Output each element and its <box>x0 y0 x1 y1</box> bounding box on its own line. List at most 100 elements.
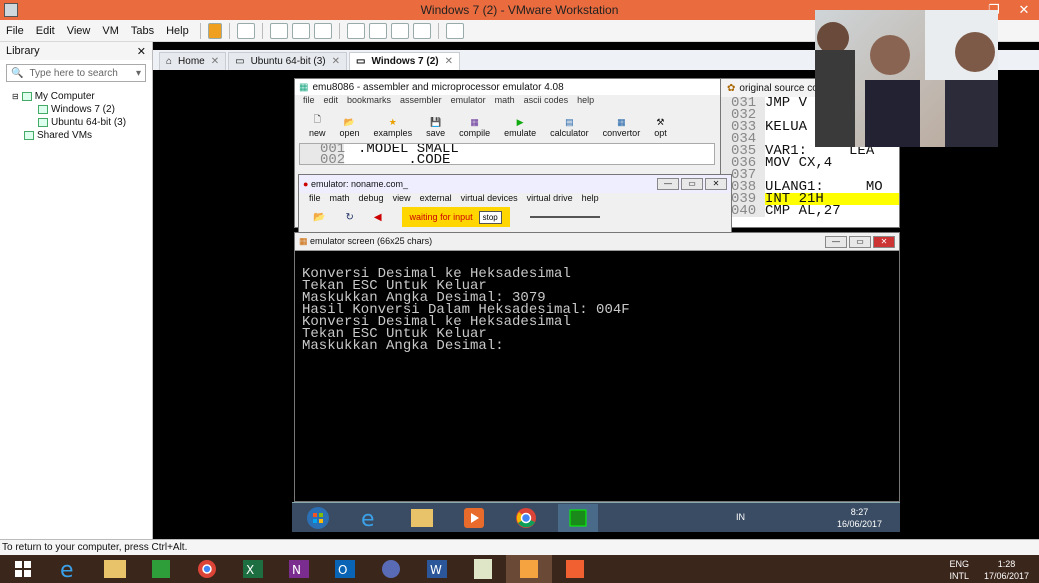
ie-icon[interactable]: e <box>350 504 390 532</box>
media-player-icon[interactable] <box>454 504 494 532</box>
menu-vm[interactable]: VM <box>96 25 125 37</box>
emu-menu-ascii-codes[interactable]: ascii codes <box>524 95 569 108</box>
revert-snapshot-icon[interactable] <box>291 22 310 39</box>
emu-menu-bookmarks[interactable]: bookmarks <box>347 95 391 108</box>
reload-icon[interactable]: ↻ <box>345 212 353 223</box>
edge-icon[interactable]: e <box>46 555 92 583</box>
code-editor[interactable]: 001 .MODEL SMALL 002 .CODE <box>299 143 715 165</box>
toolbar-separator <box>338 22 340 39</box>
full-screen-icon[interactable] <box>390 22 409 39</box>
vmware-app-icon[interactable] <box>4 3 18 17</box>
snapshot-manager-icon[interactable] <box>313 22 332 39</box>
step-back-icon[interactable]: ◀ <box>374 212 382 223</box>
pause-icon[interactable] <box>207 22 222 39</box>
emu-menu-emulator[interactable]: emulator <box>451 95 486 108</box>
emu8086-taskbar-icon[interactable] <box>558 503 598 532</box>
emulator-menu-math[interactable]: math <box>330 193 350 207</box>
close-tab-icon[interactable]: ✕ <box>445 56 453 67</box>
status-bar: To return to your computer, press Ctrl+A… <box>0 539 1039 555</box>
emulator-menu-help[interactable]: help <box>582 193 599 207</box>
console-output[interactable]: Konversi Desimal ke Heksadesimal Tekan ES… <box>295 251 899 353</box>
tree-item-windows7[interactable]: Windows 7 (2) <box>12 103 140 116</box>
calculator-button[interactable]: ▤ calculator <box>550 117 589 138</box>
tree-item-ubuntu[interactable]: Ubuntu 64-bit (3) <box>12 116 140 129</box>
maximize-button[interactable]: ▭ <box>681 178 703 190</box>
emulator-menu-virtual-devices[interactable]: virtual devices <box>461 193 518 207</box>
excel-icon[interactable]: X <box>230 555 276 583</box>
stop-button[interactable]: stop <box>478 210 502 224</box>
library-view-icon[interactable] <box>346 22 365 39</box>
tab-ubuntu[interactable]: ▭ Ubuntu 64-bit (3) ✕ <box>228 52 348 70</box>
close-tab-icon[interactable]: ✕ <box>332 56 340 67</box>
compile-button[interactable]: ▦ compile <box>459 117 490 138</box>
vm-icon <box>38 118 48 127</box>
vmware-taskbar-icon[interactable] <box>506 555 552 583</box>
minimize-button[interactable]: — <box>657 178 679 190</box>
close-button[interactable]: ✕ <box>873 235 895 248</box>
file-explorer-icon[interactable] <box>92 555 138 583</box>
load-icon[interactable]: 📂 <box>313 212 325 223</box>
recorder-icon[interactable] <box>552 555 598 583</box>
outlook-icon[interactable]: O <box>322 555 368 583</box>
speed-slider[interactable] <box>529 216 600 218</box>
emu8086-titlebar: ▦ emu8086 - assembler and microprocessor… <box>295 79 723 95</box>
shared-vms-icon <box>24 131 34 140</box>
tab-windows7[interactable]: ▭ Windows 7 (2) ✕ <box>349 52 460 70</box>
convertor-button[interactable]: ▦ convertor <box>603 117 641 138</box>
media-app-icon[interactable] <box>368 555 414 583</box>
close-button[interactable]: ✕ <box>1009 0 1039 20</box>
emulator-menu-debug[interactable]: debug <box>359 193 384 207</box>
chrome-icon[interactable] <box>184 555 230 583</box>
emu-menu-help[interactable]: help <box>577 95 594 108</box>
emu-menu-edit[interactable]: edit <box>324 95 339 108</box>
collapse-icon[interactable]: ⊟ <box>12 92 19 101</box>
new-button[interactable]: 🗋 new <box>309 112 326 138</box>
tree-item-shared-vms[interactable]: Shared VMs <box>12 129 140 142</box>
emulate-button[interactable]: ▶ emulate <box>504 117 536 138</box>
emulator-menu-file[interactable]: file <box>309 193 321 207</box>
chrome-icon[interactable] <box>506 504 546 532</box>
tab-home[interactable]: ⌂ Home ✕ <box>159 52 227 70</box>
console-view-icon[interactable] <box>445 22 464 39</box>
emulator-menu-virtual-drive[interactable]: virtual drive <box>527 193 573 207</box>
library-close-icon[interactable]: ✕ <box>137 45 146 58</box>
close-tab-icon[interactable]: ✕ <box>211 56 219 67</box>
guest-clock[interactable]: 8:27 16/06/2017 <box>837 506 882 530</box>
svg-text:W: W <box>430 563 442 577</box>
guest-language[interactable]: IN <box>736 512 745 522</box>
unity-icon[interactable] <box>412 22 431 39</box>
snapshot-icon[interactable] <box>269 22 288 39</box>
notepad-icon[interactable] <box>460 555 506 583</box>
send-ctrl-alt-del-icon[interactable] <box>236 22 255 39</box>
tree-item-my-computer[interactable]: ⊟ My Computer <box>12 90 140 103</box>
emu-menu-math[interactable]: math <box>495 95 515 108</box>
word-icon[interactable]: W <box>414 555 460 583</box>
explorer-icon[interactable] <box>402 504 442 532</box>
chevron-down-icon[interactable]: ▾ <box>136 68 141 79</box>
examples-button[interactable]: ★ examples <box>374 117 413 138</box>
emulator-menu-view[interactable]: view <box>393 193 411 207</box>
host-language[interactable]: ENG INTL <box>949 558 969 582</box>
menu-file[interactable]: File <box>0 25 30 37</box>
save-button[interactable]: 💾 save <box>426 117 445 138</box>
host-clock[interactable]: 1:28 17/06/2017 <box>984 558 1029 582</box>
menu-edit[interactable]: Edit <box>30 25 61 37</box>
library-search-input[interactable]: 🔍 Type here to search ▾ <box>6 64 146 82</box>
emulator-menu-external[interactable]: external <box>420 193 452 207</box>
close-button[interactable]: ✕ <box>705 178 727 190</box>
emu-menu-assembler[interactable]: assembler <box>400 95 442 108</box>
store-icon[interactable] <box>138 555 184 583</box>
menu-view[interactable]: View <box>61 25 97 37</box>
minimize-button[interactable]: — <box>825 235 847 248</box>
open-button[interactable]: 📂 open <box>340 117 360 138</box>
options-button[interactable]: ⚒ opt <box>654 117 667 138</box>
windows-start-icon[interactable] <box>0 555 46 583</box>
emulator-screen-window: ▦ emulator screen (66x25 chars) — ▭ ✕ Konv… <box>294 232 900 502</box>
normal-view-icon[interactable] <box>368 22 387 39</box>
maximize-button[interactable]: ▭ <box>849 235 871 248</box>
emu-menu-file[interactable]: file <box>303 95 315 108</box>
onenote-icon[interactable]: N <box>276 555 322 583</box>
menu-help[interactable]: Help <box>160 25 195 37</box>
start-button[interactable] <box>298 504 338 532</box>
menu-tabs[interactable]: Tabs <box>125 25 160 37</box>
